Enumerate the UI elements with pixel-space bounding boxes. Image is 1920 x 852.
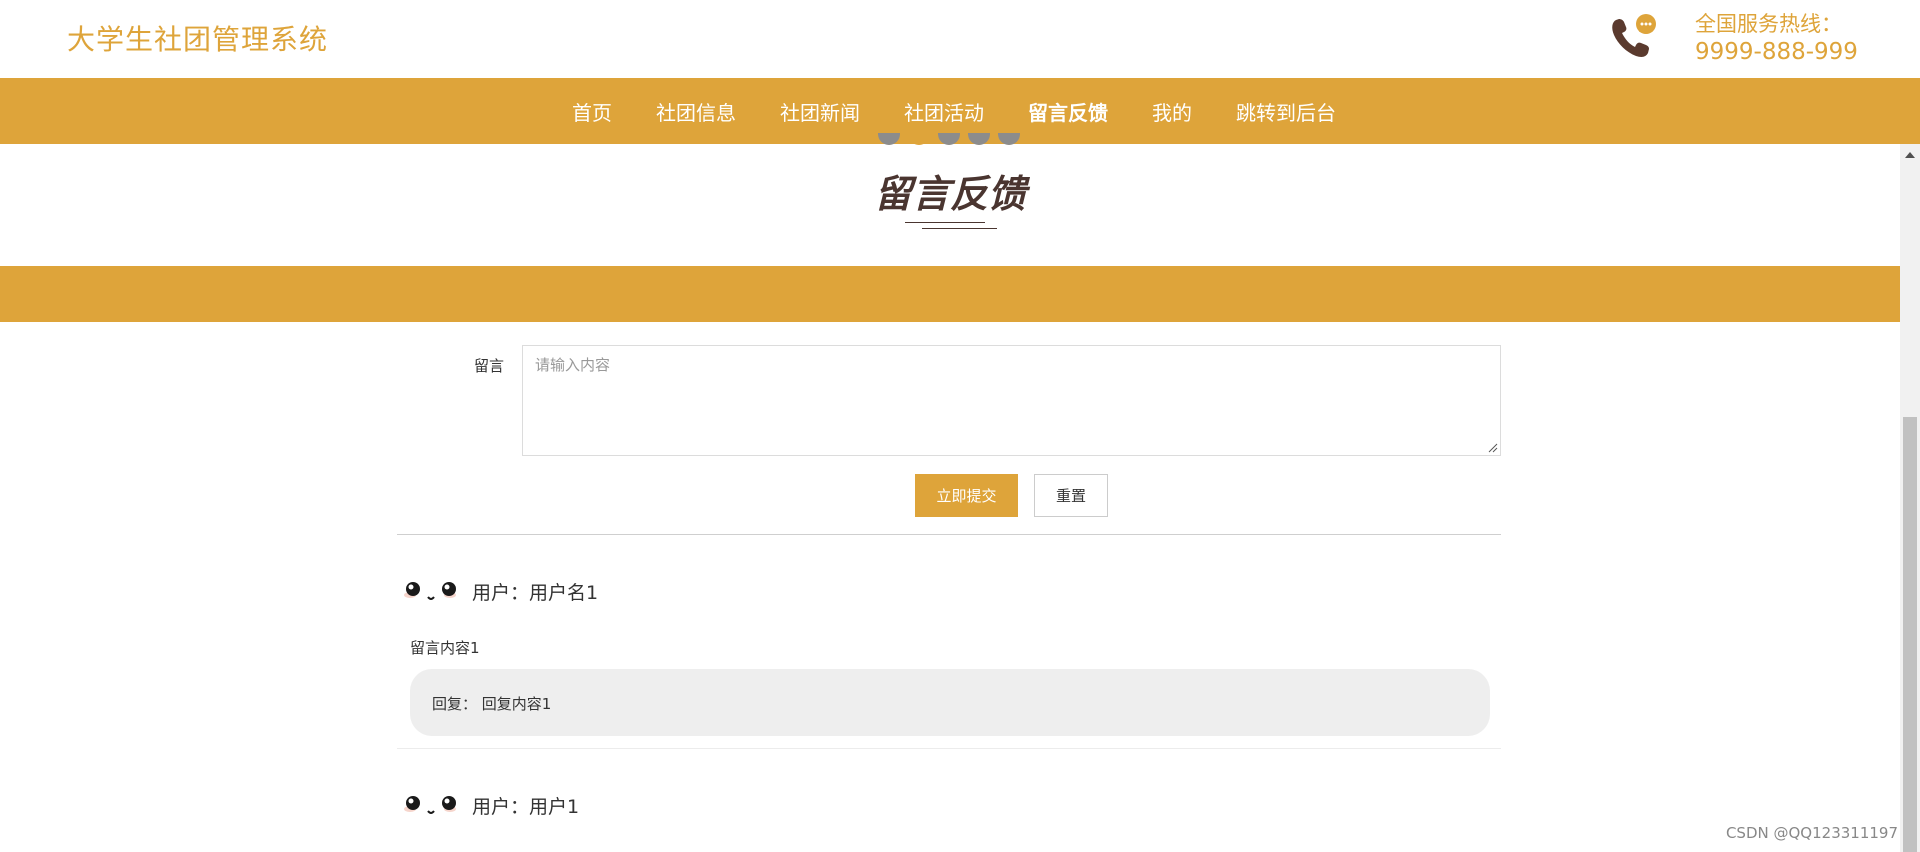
reply-content: 回复内容1 [481, 695, 552, 713]
nav-item-club-activities[interactable]: 社团活动 [904, 97, 984, 126]
carousel-dot[interactable] [968, 133, 990, 145]
reply-prefix: 回复： [432, 695, 478, 713]
nav-item-home[interactable]: 首页 [572, 97, 612, 126]
user-name: 用户1 [529, 795, 580, 818]
avatar-face-icon [404, 582, 456, 600]
title-underline [922, 228, 997, 229]
message-label: 留言 [474, 357, 505, 375]
message-textarea-wrapper [522, 345, 1501, 456]
phone-chat-icon [1612, 14, 1656, 57]
hotline: 全国服务热线： 9999-888-999 [1695, 10, 1858, 66]
site-title[interactable]: 大学生社团管理系统 [67, 18, 328, 58]
nav-item-feedback[interactable]: 留言反馈 [1028, 97, 1108, 126]
nav-item-mine[interactable]: 我的 [1152, 97, 1192, 126]
scrollbar-thumb[interactable] [1903, 417, 1917, 852]
nav-item-club-info[interactable]: 社团信息 [656, 97, 736, 126]
divider [397, 748, 1501, 749]
section-title: 留言反馈 [873, 171, 1026, 216]
textarea-resize-grip-icon[interactable] [1488, 443, 1498, 453]
hotline-number: 9999-888-999 [1695, 39, 1858, 65]
user-prefix: 用户： [472, 581, 530, 604]
nav-item-admin[interactable]: 跳转到后台 [1236, 97, 1336, 126]
section-banner [0, 266, 1900, 322]
nav-item-club-news[interactable]: 社团新闻 [780, 97, 860, 126]
reset-button[interactable]: 重置 [1034, 474, 1108, 517]
carousel-dot[interactable] [998, 133, 1020, 145]
carousel-indicators [878, 133, 1023, 153]
user-name: 用户名1 [529, 581, 599, 604]
hotline-label: 全国服务热线： [1695, 12, 1842, 36]
page-scrollbar[interactable] [1900, 144, 1920, 852]
avatar-face-icon [404, 796, 456, 814]
message-content: 留言内容1 [410, 639, 480, 657]
submit-button[interactable]: 立即提交 [915, 474, 1018, 517]
user-prefix: 用户： [472, 795, 530, 818]
scroll-up-arrow-icon[interactable] [1905, 152, 1915, 158]
watermark: CSDN @QQ123311197 [1725, 824, 1898, 842]
carousel-dot[interactable] [938, 133, 960, 145]
reply-box: 回复： 回复内容1 [410, 669, 1490, 736]
carousel-dot-active[interactable] [908, 133, 930, 145]
reply-text: 回复： 回复内容1 [432, 693, 551, 714]
top-header: 大学生社团管理系统 全国服务热线： 9999-888-999 [0, 0, 1920, 78]
carousel-dot[interactable] [878, 133, 900, 145]
divider [397, 534, 1501, 535]
title-underline [905, 222, 985, 223]
message-textarea[interactable] [523, 346, 1500, 455]
message-user: 用户： 用户名1 [400, 575, 598, 607]
message-user: 用户： 用户1 [400, 789, 579, 821]
